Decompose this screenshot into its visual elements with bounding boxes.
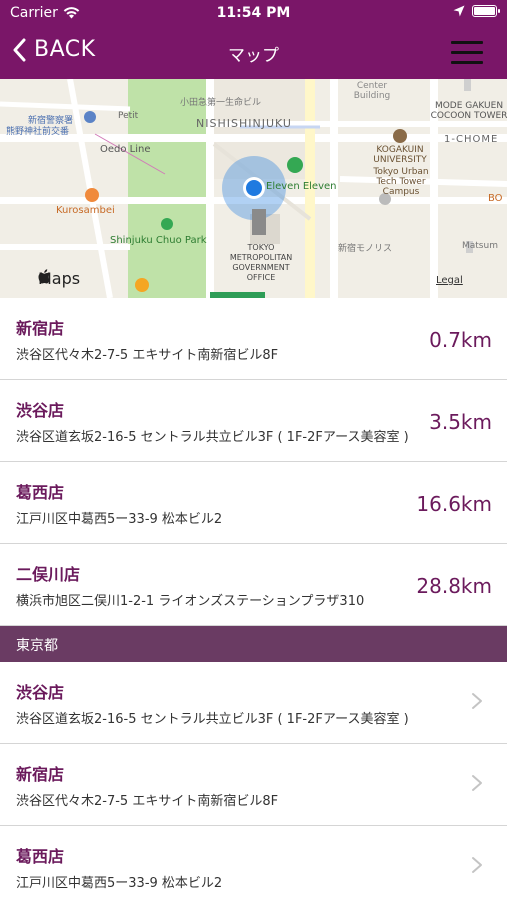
store-address: 渋谷区代々木2-7-5 エキサイト南新宿ビル8F — [16, 348, 279, 363]
store-name: 二俣川店 — [16, 565, 81, 584]
top-bar: Carrier 11:54 PM BACK マップ — [0, 0, 507, 79]
store-distance: 3.5km — [429, 410, 492, 434]
store-address: 江戸川区中葛西5ー33-9 松本ビル2 — [16, 876, 223, 891]
nearby-stores: 新宿店渋谷区代々木2-7-5 エキサイト南新宿ビル8F 0.7km 渋谷店渋谷区道玄… — [0, 298, 507, 626]
map-label-1chome: 1-CHOME — [444, 134, 499, 145]
map-label-eleven: Eleven Eleven — [266, 181, 337, 192]
map-label-kumano: 熊野神社前交番 — [6, 127, 70, 137]
store-name: 新宿店 — [16, 319, 65, 338]
map-label-monolith: 新宿モノリス — [338, 244, 393, 254]
store-row[interactable]: 葛西店江戸川区中葛西5ー33-9 松本ビル2 16.6km — [0, 462, 507, 544]
location-arrow-icon — [453, 5, 465, 17]
store-address: 渋谷区道玄坂2-16-5 セントラル共立ビル3F ( 1F-2Fアース美容室 ) — [16, 712, 409, 727]
chevron-right-icon — [472, 693, 482, 709]
map-label-kogakuin: KOGAKUIN UNIVERSITY — [373, 145, 427, 165]
navigation-bar: BACK マップ — [0, 28, 507, 79]
status-bar: Carrier 11:54 PM — [0, 0, 507, 28]
store-list: 新宿店 渋谷区代々木2-7-5 エキサイト南新宿ビル8F 0.7km 渋谷店 渋谷区道玄… — [0, 298, 507, 900]
store-name: 葛西店 — [16, 847, 65, 866]
map-label-kurosambei: Kurosambei — [56, 205, 115, 216]
store-row[interactable]: 葛西店江戸川区中葛西5ー33-9 松本ビル2 — [0, 826, 507, 900]
map-label-oedo: Oedo Line — [100, 144, 151, 155]
store-row[interactable]: 二俣川店横浜市旭区二俣川1-2-1 ライオンズステーションプラザ310 28.8k… — [0, 544, 507, 626]
store-address: 横浜市旭区二俣川1-2-1 ライオンズステーションプラザ310 — [16, 594, 365, 609]
chevron-right-icon — [472, 775, 482, 791]
menu-button[interactable] — [451, 41, 483, 65]
map-label-matsum: Matsum — [462, 241, 498, 251]
store-name: 新宿店 — [16, 765, 65, 784]
map-label-park: Shinjuku Chuo Park — [110, 235, 207, 246]
store-distance: 28.8km — [416, 574, 492, 598]
store-distance: 0.7km — [429, 328, 492, 352]
map-label-center-building: Center Building — [353, 81, 391, 101]
store-row[interactable]: 新宿店渋谷区代々木2-7-5 エキサイト南新宿ビル8F — [0, 744, 507, 826]
map-label-urban-tech: Tokyo Urban Tech Tower Campus — [373, 167, 429, 197]
map-label-nishishinjuku: NISHISHINJUKU — [196, 117, 292, 130]
apple-logo-icon — [38, 269, 50, 284]
store-row[interactable]: 渋谷店渋谷区道玄坂2-16-5 セントラル共立ビル3F ( 1F-2Fアース美容… — [0, 662, 507, 744]
apple-maps-logo: Maps — [38, 269, 80, 288]
map-label-tmg: TOKYO METROPOLITAN GOVERNMENT OFFICE — [229, 243, 293, 282]
store-name: 渋谷店 — [16, 683, 65, 702]
section-header-tokyo: 東京都 — [0, 626, 507, 662]
battery-icon — [472, 5, 500, 17]
map-label-petit: Petit — [118, 111, 139, 121]
map-label-bo: BO — [488, 193, 503, 204]
store-distance: 16.6km — [416, 492, 492, 516]
chevron-right-icon — [472, 857, 482, 873]
page-title: マップ — [228, 46, 279, 66]
map-label-mode-gakuen: MODE GAKUEN COCOON TOWER — [430, 101, 507, 121]
legal-link[interactable]: Legal — [436, 275, 463, 286]
store-address: 渋谷区道玄坂2-16-5 セントラル共立ビル3F ( 1F-2Fアース美容室 ) — [16, 430, 409, 445]
store-row[interactable]: 渋谷店渋谷区道玄坂2-16-5 セントラル共立ビル3F ( 1F-2Fアース美容… — [0, 380, 507, 462]
status-right — [453, 5, 500, 17]
store-address: 江戸川区中葛西5ー33-9 松本ビル2 — [16, 512, 223, 527]
clock: 11:54 PM — [216, 5, 291, 21]
store-address: 渋谷区代々木2-7-5 エキサイト南新宿ビル8F — [16, 794, 279, 809]
map-label-odakyu: 小田急第一生命ビル — [180, 98, 262, 108]
map-view[interactable]: 新宿警察署 熊野神社前交番 Petit 小田急第一生命ビル NISHISHINJ… — [0, 79, 507, 298]
store-name: 葛西店 — [16, 483, 65, 502]
store-row[interactable]: 新宿店渋谷区代々木2-7-5 エキサイト南新宿ビル8F 0.7km — [0, 298, 507, 380]
region-stores: 渋谷店渋谷区道玄坂2-16-5 セントラル共立ビル3F ( 1F-2Fアース美容… — [0, 662, 507, 900]
store-name: 渋谷店 — [16, 401, 65, 420]
